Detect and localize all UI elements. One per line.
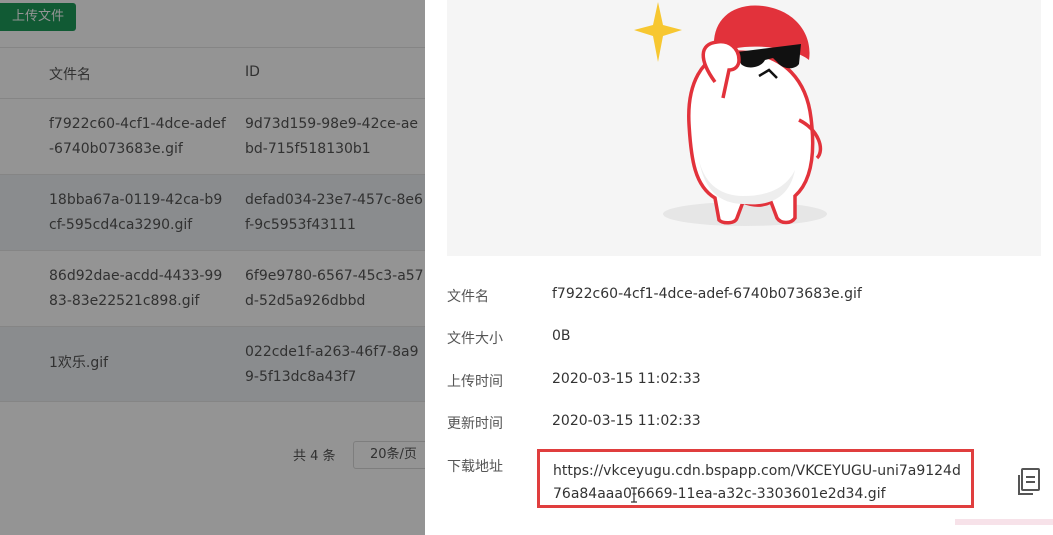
text-cursor-icon	[631, 487, 637, 503]
watermark	[955, 519, 1053, 525]
update-time-label: 更新时间	[447, 416, 503, 432]
download-url-highlight: https://vkceyugu.cdn.bspapp.com/VKCEYUGU…	[537, 449, 974, 508]
file-size-label: 文件大小	[447, 331, 503, 347]
sparkle-icon	[634, 2, 682, 62]
drawer-overlay-mask[interactable]	[0, 0, 425, 535]
filename-label: 文件名	[447, 289, 489, 305]
update-time-value: 2020-03-15 11:02:33	[552, 413, 701, 429]
download-url-value[interactable]: https://vkceyugu.cdn.bspapp.com/VKCEYUGU…	[553, 460, 965, 506]
filename-value: f7922c60-4cf1-4dce-adef-6740b073683e.gif	[552, 286, 862, 302]
file-list-page: 上传文件 文件名 ID f7922c60-4cf1-4dce-adef-6740…	[0, 0, 433, 535]
upload-time-value: 2020-03-15 11:02:33	[552, 371, 701, 387]
image-preview	[447, 0, 1041, 256]
file-size-value: 0B	[552, 328, 571, 344]
file-detail-drawer: 文件名 f7922c60-4cf1-4dce-adef-6740b073683e…	[425, 0, 1053, 535]
upload-time-label: 上传时间	[447, 374, 503, 390]
download-url-label: 下载地址	[447, 459, 503, 475]
copy-icon[interactable]	[1015, 467, 1041, 497]
mascot-image	[634, 2, 827, 226]
